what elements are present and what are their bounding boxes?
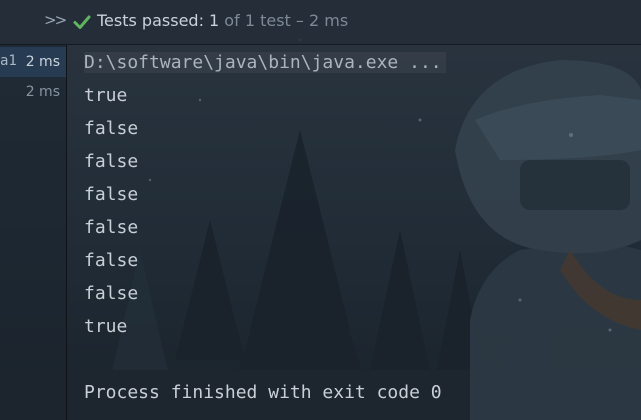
test-status-bar: >> Tests passed: 1 of 1 test – 2 ms (0, 0, 641, 45)
test-tree-row[interactable]: 2 ms (0, 77, 66, 107)
output-line: false (84, 184, 139, 205)
run-tool-window: >> Tests passed: 1 of 1 test – 2 ms a1 2… (0, 0, 641, 420)
test-tree-panel: a1 2 ms 2 ms (0, 45, 67, 420)
expand-icon[interactable]: >> (44, 11, 67, 29)
output-line: false (84, 250, 139, 271)
console-output[interactable]: D:\software\java\bin\java.exe ... true f… (67, 45, 641, 420)
tests-detail-label: of 1 test – 2 ms (219, 11, 349, 30)
test-status-text: Tests passed: 1 of 1 test – 2 ms (97, 11, 348, 30)
test-duration: 2 ms (25, 54, 60, 70)
exit-code-message: Process finished with exit code 0 (84, 382, 442, 403)
test-tree-row[interactable]: a1 2 ms (0, 47, 66, 77)
test-name: a1 (0, 53, 17, 69)
command-line[interactable]: D:\software\java\bin\java.exe ... (84, 52, 446, 73)
output-line: false (84, 118, 139, 139)
output-line: false (84, 283, 139, 304)
output-line: true (84, 85, 128, 106)
output-line: false (84, 217, 139, 238)
tests-passed-label: Tests passed: 1 (97, 11, 220, 30)
output-line: false (84, 151, 139, 172)
output-line: true (84, 316, 128, 337)
test-duration: 2 ms (25, 84, 60, 100)
check-icon (73, 15, 91, 29)
